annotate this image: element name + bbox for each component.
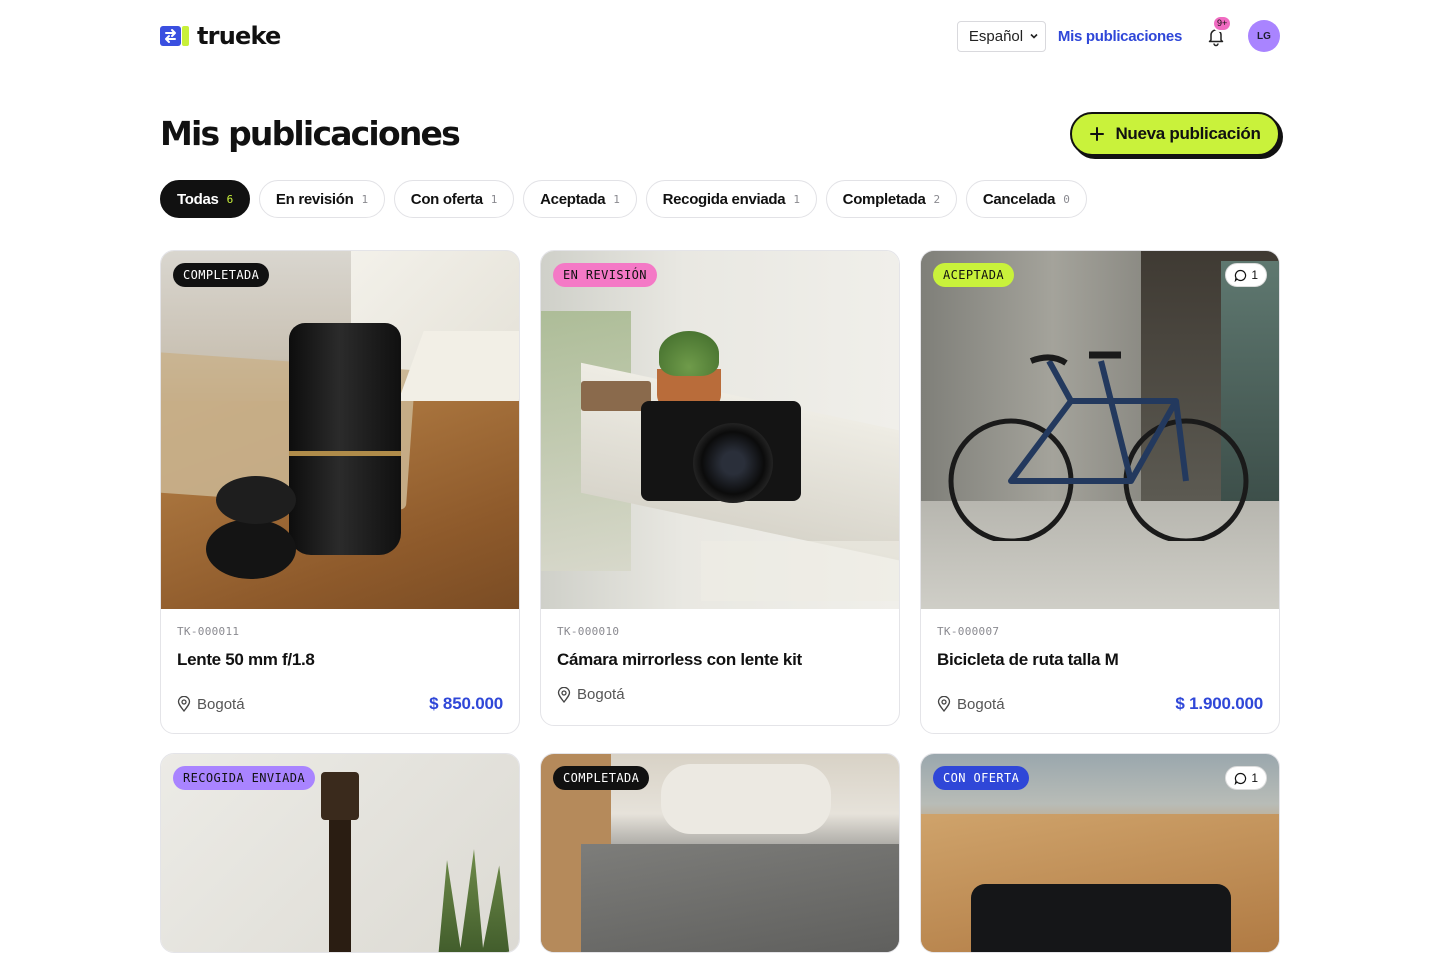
- listing-photo: ACEPTADA 1: [921, 251, 1279, 609]
- status-badge: CON OFERTA: [933, 766, 1030, 790]
- status-badge: COMPLETADA: [173, 263, 270, 287]
- listing-photo: COMPLETADA: [541, 754, 899, 952]
- listing-title: Cámara mirrorless con lente kit: [557, 650, 802, 669]
- comment-count-value: 1: [1251, 771, 1258, 785]
- brand-name: trueke: [197, 22, 281, 50]
- filter-chip-completed[interactable]: Completada 2: [825, 180, 957, 218]
- filter-chip-accepted[interactable]: Aceptada 1: [523, 180, 637, 218]
- listing-location-label: Bogotá: [957, 695, 1005, 713]
- filter-chip-label: Recogida enviada: [662, 190, 786, 208]
- filter-chip-count: 1: [793, 192, 800, 206]
- my-posts-link[interactable]: Mis publicaciones: [1058, 28, 1182, 45]
- status-badge: EN REVISIÓN: [553, 263, 657, 287]
- listing-location-label: Bogotá: [577, 686, 625, 703]
- listing-photo: RECOGIDA ENVIADA: [161, 754, 519, 952]
- listing-photo: CON OFERTA 1: [921, 754, 1279, 952]
- top-navigation: trueke Español Mis publicaciones 9+ LG: [160, 15, 1280, 54]
- comment-count-value: 1: [1251, 268, 1258, 282]
- avatar[interactable]: LG: [1248, 20, 1280, 52]
- notifications-badge: 9+: [1212, 15, 1233, 32]
- filter-chip-count: 6: [226, 192, 234, 206]
- filter-chip-in-review[interactable]: En revisión 1: [258, 180, 385, 218]
- filter-chip-count: 0: [1063, 192, 1070, 206]
- page-title: Mis publicaciones: [160, 114, 461, 153]
- chevron-down-icon: [1030, 33, 1038, 39]
- listing-price: $ 1.900.000: [1175, 694, 1263, 713]
- location-pin-icon: [557, 686, 571, 703]
- brand-logo[interactable]: trueke: [160, 22, 281, 50]
- status-filter-tabs: Todas 6 En revisión 1 Con oferta 1 Acept…: [160, 180, 1087, 218]
- filter-chip-pickup-sent[interactable]: Recogida enviada 1: [645, 180, 817, 218]
- listing-photo: COMPLETADA: [161, 251, 519, 609]
- new-post-button-label: Nueva publicación: [1115, 124, 1261, 143]
- filter-chip-cancelled[interactable]: Cancelada 0: [965, 180, 1087, 218]
- listing-code: TK-000007: [937, 625, 1000, 638]
- listing-title: Lente 50 mm f/1.8: [177, 650, 315, 669]
- location-pin-icon: [937, 696, 951, 712]
- comment-count[interactable]: 1: [1225, 766, 1267, 790]
- status-badge: RECOGIDA ENVIADA: [173, 766, 315, 790]
- listing-photo: EN REVISIÓN: [541, 251, 899, 609]
- status-badge: COMPLETADA: [553, 766, 650, 790]
- listing-card[interactable]: EN REVISIÓN TK-000010 Cámara mirrorless …: [540, 250, 900, 726]
- listing-location: Bogotá: [557, 686, 625, 703]
- comment-icon: [1234, 772, 1247, 785]
- plus-icon: [1090, 127, 1105, 141]
- location-pin-icon: [177, 696, 191, 712]
- language-select[interactable]: Español: [956, 20, 1046, 52]
- listing-location: Bogotá: [937, 696, 1005, 713]
- filter-chip-with-offer[interactable]: Con oferta 1: [393, 180, 515, 218]
- listing-card[interactable]: CON OFERTA 1: [920, 753, 1280, 953]
- listing-card[interactable]: COMPLETADA TK-000011 Lente 50 mm f/1.8 B…: [160, 250, 520, 734]
- filter-chip-all[interactable]: Todas 6: [160, 180, 250, 218]
- language-select-value: Español: [968, 27, 1024, 45]
- filter-chip-label: Completada: [842, 190, 926, 208]
- filter-chip-label: Aceptada: [540, 190, 606, 208]
- brand-swap-icon: [160, 25, 189, 47]
- filter-chip-count: 1: [613, 192, 620, 206]
- listing-card[interactable]: COMPLETADA: [540, 753, 900, 953]
- filter-chip-label: Con oferta: [410, 190, 483, 208]
- listing-location-label: Bogotá: [197, 695, 245, 713]
- filter-chip-count: 1: [490, 192, 498, 206]
- listing-title: Bicicleta de ruta talla M: [937, 650, 1119, 669]
- status-badge: ACEPTADA: [933, 263, 1014, 287]
- comment-count[interactable]: 1: [1225, 263, 1267, 287]
- listing-code: TK-000011: [177, 625, 240, 638]
- listing-card[interactable]: RECOGIDA ENVIADA: [160, 753, 520, 953]
- filter-chip-label: Todas: [177, 190, 219, 208]
- listing-location: Bogotá: [177, 696, 245, 713]
- new-post-button[interactable]: Nueva publicación: [1070, 112, 1280, 156]
- listing-card[interactable]: ACEPTADA 1 TK-000007 Bicicleta de ruta t…: [920, 250, 1280, 734]
- comment-icon: [1234, 269, 1247, 282]
- filter-chip-label: Cancelada: [982, 190, 1056, 208]
- listing-code: TK-000010: [557, 625, 620, 638]
- filter-chip-count: 1: [361, 192, 368, 206]
- filter-chip-count: 2: [933, 192, 941, 206]
- filter-chip-label: En revisión: [275, 190, 354, 208]
- listing-price: $ 850.000: [429, 694, 503, 713]
- notifications-button[interactable]: 9+: [1205, 15, 1233, 47]
